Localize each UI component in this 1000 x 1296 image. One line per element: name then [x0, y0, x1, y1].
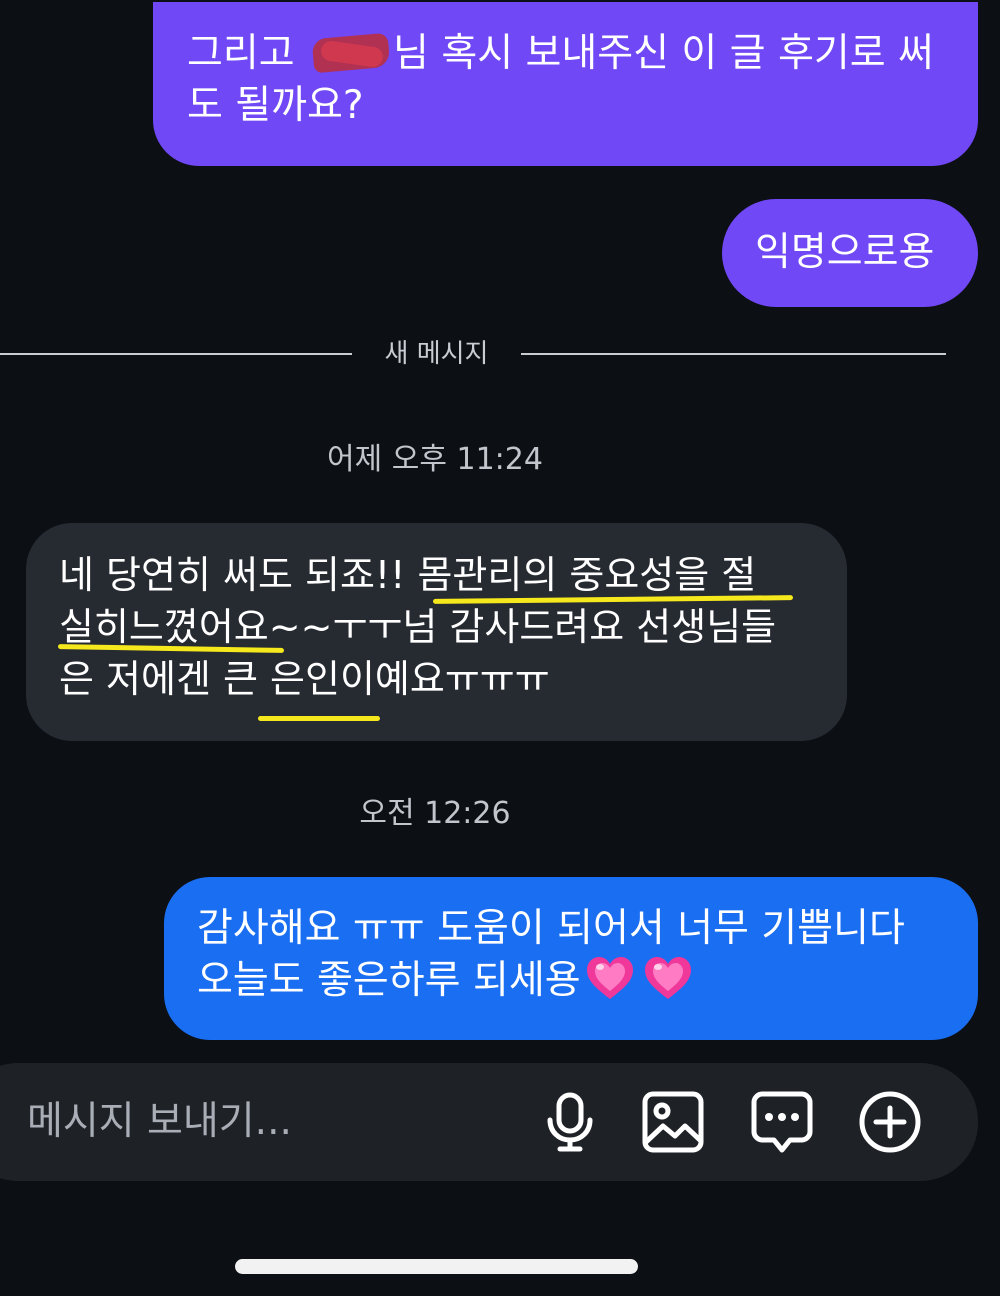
plus-circle-icon	[859, 1091, 921, 1153]
microphone-icon	[547, 1092, 593, 1152]
highlight-underline	[258, 716, 380, 721]
message-input[interactable]	[27, 1094, 507, 1148]
message-text: 그리고	[187, 31, 308, 76]
redaction-scribble	[307, 32, 393, 72]
message-text: 님 혹시 보내주신 이 글 후기로 써	[393, 31, 934, 76]
outgoing-message-bubble[interactable]: 그리고 님 혹시 보내주신 이 글 후기로 써 도 될까요?	[153, 2, 978, 166]
add-button[interactable]	[858, 1090, 922, 1154]
microphone-button[interactable]	[538, 1090, 602, 1154]
divider-line	[0, 353, 352, 355]
message-line: 그리고 님 혹시 보내주신 이 글 후기로 써	[187, 28, 944, 80]
incoming-message-bubble[interactable]: 네 당연히 써도 되죠!! 몸관리의 중요성을 절 실히느꼈어요~~ㅜㅜ넘 감사…	[26, 523, 847, 741]
outgoing-message-bubble[interactable]: 익명으로용	[722, 199, 978, 307]
message-line: 네 당연히 써도 되죠!! 몸관리의 중요성을 절	[59, 553, 757, 597]
outgoing-message-bubble[interactable]: 감사해요 ㅠㅠ 도움이 되어서 너무 기쁩니다 오늘도 좋은하루 되세용	[164, 877, 978, 1040]
message-timestamp: 오전 12:26	[359, 796, 511, 831]
message-timestamp: 어제 오후 11:24	[327, 442, 543, 477]
gallery-button[interactable]	[641, 1090, 705, 1154]
growing-heart-emoji-icon	[586, 957, 633, 999]
home-indicator[interactable]	[235, 1259, 638, 1274]
image-icon	[642, 1091, 704, 1153]
chat-bubble-dots-icon	[751, 1091, 813, 1153]
message-line: 감사해요 ㅠㅠ 도움이 되어서 너무 기쁩니다	[197, 906, 905, 951]
message-line: 도 될까요?	[187, 83, 364, 128]
growing-heart-emoji-icon	[644, 957, 691, 999]
message-line: 은 저에겐 큰 은인이예요ㅠㅠㅠ	[59, 657, 550, 701]
new-messages-divider-label: 새 메시지	[384, 339, 489, 369]
divider-line	[521, 353, 946, 355]
message-text: 익명으로용	[755, 230, 935, 275]
message-text: 오늘도 좋은하루 되세용	[197, 958, 581, 1003]
sticker-button[interactable]	[750, 1090, 814, 1154]
message-line: 오늘도 좋은하루 되세용	[197, 955, 978, 1007]
